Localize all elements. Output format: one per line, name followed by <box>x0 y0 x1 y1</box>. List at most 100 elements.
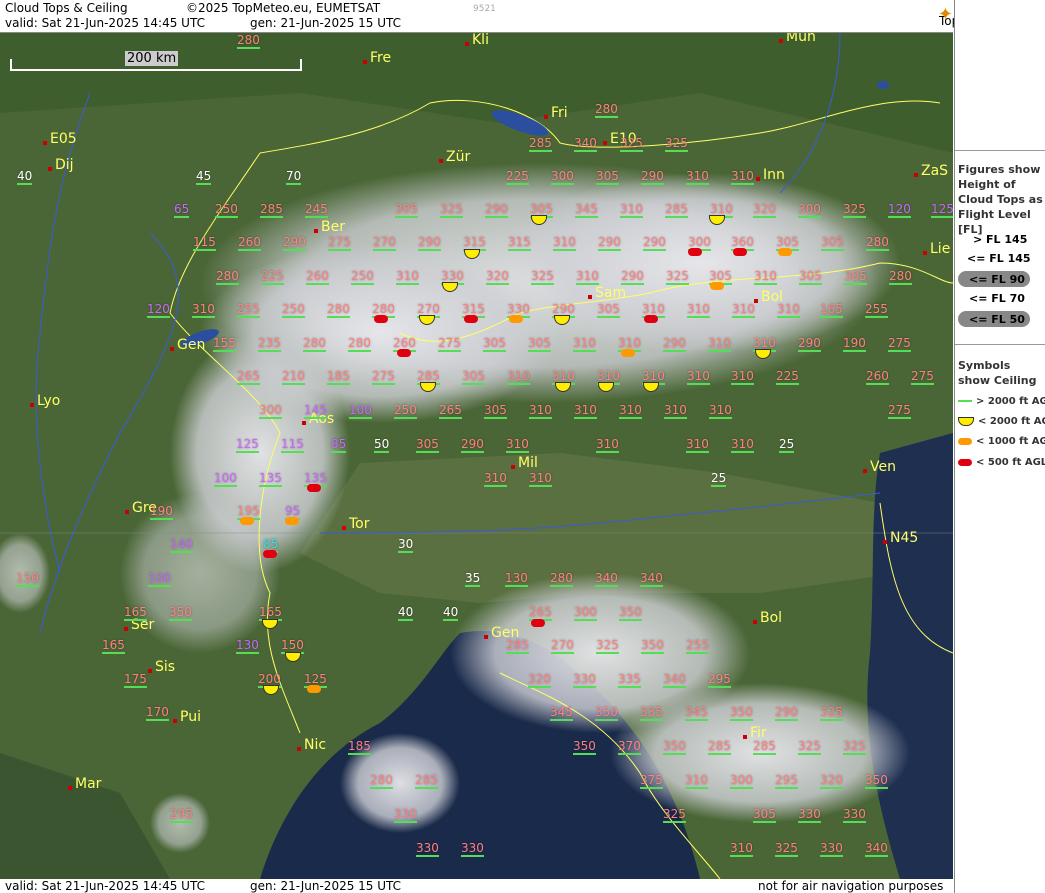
city-marker-icon <box>314 229 318 233</box>
cloud-top-label: 305 <box>528 336 551 352</box>
cloud-top-label: 115 <box>193 235 216 251</box>
city-label: Sis <box>148 659 175 675</box>
cloud-top-label: 100 <box>349 403 372 419</box>
cloud-top-label: 265 <box>439 403 462 419</box>
cloud-top-label: 225 <box>776 369 799 385</box>
cloud-top-label: 280 <box>303 336 326 352</box>
cloud-top-label: 350 <box>573 739 596 755</box>
cloud-top-label: 300 <box>798 202 821 218</box>
cloud-top-label: 310 <box>619 403 642 419</box>
footer-valid-time: valid: Sat 21-Jun-2025 14:45 UTC <box>5 879 205 893</box>
cloud-top-label: 280 <box>595 102 618 118</box>
cloud-top-label: 330 <box>798 807 821 823</box>
cloud-top-label: 300 <box>259 403 282 419</box>
cloud-top-label: 320 <box>528 672 551 688</box>
cloud-top-label: 150 <box>16 571 39 587</box>
cloud-top-label: 130 <box>236 638 259 654</box>
city-label: Fri <box>544 105 568 121</box>
cloud-top-label: 185 <box>348 739 371 755</box>
city-name: Pui <box>180 709 201 725</box>
legend-symbol-label: < 2000 ft AGL <box>978 416 1045 427</box>
cloud-top-label: 35 <box>465 571 481 587</box>
cloud-top-label: 290 <box>461 437 484 453</box>
city-marker-icon <box>863 469 867 473</box>
cloud-top-label: 85 <box>331 437 347 453</box>
ceiling-verylow-symbol <box>621 349 635 357</box>
cloud-top-label: 325 <box>843 739 866 755</box>
city-name: Inn <box>763 167 785 183</box>
city-label: Fre <box>363 50 391 66</box>
ceiling-critical-symbol <box>688 248 702 256</box>
legend-symbol-row: < 2000 ft AGL <box>958 416 1045 427</box>
cloud-top-label: 310 <box>620 202 643 218</box>
city-label: ZaS <box>914 163 948 179</box>
city-marker-icon <box>297 747 301 751</box>
cloud-top-label: 310 <box>529 471 552 487</box>
ceiling-critical-symbol <box>374 315 388 323</box>
cloud-top-label: 325 <box>820 705 843 721</box>
cloud-top-label: 285 <box>529 136 552 152</box>
cloud-top-label: 310 <box>529 403 552 419</box>
city-name: Mün <box>786 33 816 45</box>
cloud-top-label: 340 <box>663 672 686 688</box>
cloud-top-label: 310 <box>731 437 754 453</box>
cloud-top-label: 280 <box>327 302 350 318</box>
cloud-top-label: 280 <box>889 269 912 285</box>
ceiling-critical-symbol <box>464 315 478 323</box>
cloud-top-label: 135 <box>259 471 282 487</box>
cloud-top-label: 285 <box>260 202 283 218</box>
cloud-top-label: 275 <box>328 235 351 251</box>
city-name: Kli <box>472 33 489 48</box>
cloud-top-label: 350 <box>641 638 664 654</box>
cloud-top-label: 25 <box>779 437 795 453</box>
city-marker-icon <box>68 786 72 790</box>
city-name: Zür <box>446 149 471 165</box>
cloud-top-label: 45 <box>196 169 212 185</box>
cloud-top-label: 330 <box>573 672 596 688</box>
cloud-top-label: 275 <box>888 403 911 419</box>
legend-symbols-title: Symbols show Ceiling <box>958 359 1037 387</box>
city-marker-icon <box>148 669 152 673</box>
city-name: Sam <box>595 285 627 301</box>
cloud-top-label: 350 <box>619 605 642 621</box>
city-marker-icon <box>125 510 129 514</box>
cloud-top-label: 290 <box>798 336 821 352</box>
cloud-top-label: 330 <box>394 807 417 823</box>
cloud-top-label: 115 <box>281 437 304 453</box>
footer-disclaimer: not for air navigation purposes <box>758 879 944 893</box>
copyright-text: ©2025 TopMeteo.eu, EUMETSAT <box>186 1 381 15</box>
cloud-top-label: 225 <box>506 169 529 185</box>
cloud-top-label: 250 <box>282 302 305 318</box>
city-label: Mil <box>511 455 538 471</box>
cloud-top-label: 295 <box>170 807 193 823</box>
city-label: Bol <box>753 610 782 626</box>
ceiling-critical-symbol <box>733 248 747 256</box>
cloud-map[interactable]: 200 km Fre Kli Mün Fri E10 E05 Dij Zür Inn ZaS Ber… <box>0 33 953 879</box>
ceiling-verylow-symbol <box>778 248 792 256</box>
city-name: Gen <box>177 337 206 353</box>
cloud-top-label: 250 <box>394 403 417 419</box>
cloud-top-label: 65 <box>174 202 190 218</box>
city-name: Mar <box>75 776 102 792</box>
footer-generated-time: gen: 21-Jun-2025 15 UTC <box>250 879 402 893</box>
cloud-top-label: 325 <box>620 136 643 152</box>
city-marker-icon <box>603 141 607 145</box>
cloud-top-label: 290 <box>485 202 508 218</box>
city-label: Lie <box>923 241 950 257</box>
cloud-top-label: 305 <box>753 807 776 823</box>
cloud-top-label: 320 <box>753 202 776 218</box>
cloud-top-label: 210 <box>282 369 305 385</box>
cloud-top-label: 310 <box>576 269 599 285</box>
cloud-top-label: 120 <box>147 302 170 318</box>
city-name: Tor <box>349 516 370 532</box>
city-marker-icon <box>511 465 515 469</box>
legend-symbol-label: > 2000 ft AGL <box>976 396 1045 407</box>
cloud-top-label: 305 <box>596 169 619 185</box>
cloud-top-label: 235 <box>258 336 281 352</box>
cloud-top-label: 310 <box>484 471 507 487</box>
cloud-top-label: 280 <box>216 269 239 285</box>
cloud-top-label: 310 <box>507 369 530 385</box>
cloud-top-label: 300 <box>574 605 597 621</box>
ceiling-critical-symbol <box>397 349 411 357</box>
city-label: Gen <box>170 337 206 353</box>
